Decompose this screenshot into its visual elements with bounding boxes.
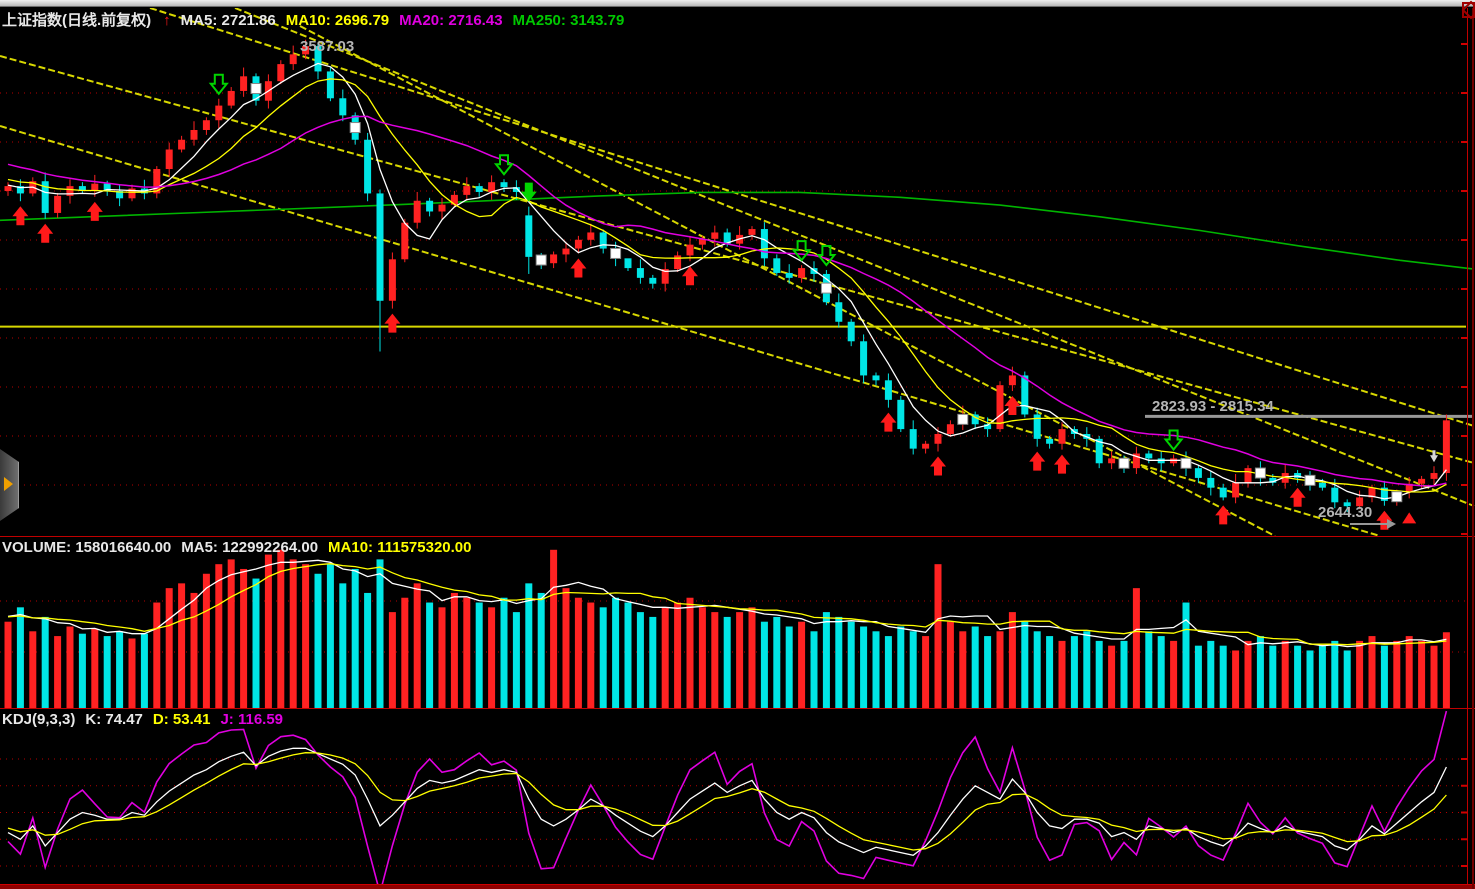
volume-ma5-value: MA5: 122992264.00: [181, 539, 318, 556]
price-chart-canvas[interactable]: [0, 8, 1475, 536]
trend-up-icon: ↑: [163, 12, 171, 29]
symbol-title: 上证指数(日线.前复权): [2, 12, 151, 29]
peak-price-label: 3587.03: [300, 38, 354, 55]
trading-app-window: 上证指数(日线.前复权) ↑ MA5: 2721.86 MA10: 2696.79 MA…: [0, 0, 1475, 889]
volume-pane-header: VOLUME: 158016640.00 MA5: 122992264.00 MA1…: [2, 539, 481, 556]
right-axis-line: [1467, 8, 1468, 884]
ma10-value: MA10: 2696.79: [286, 12, 389, 29]
ma5-value: MA5: 2721.86: [181, 12, 276, 29]
expand-arrow-icon: [4, 477, 13, 491]
price-pane-header: 上证指数(日线.前复权) ↑ MA5: 2721.86 MA10: 2696.79 MA…: [2, 9, 634, 30]
right-edge-border: [1472, 8, 1474, 889]
window-layout-icon[interactable]: [1461, 0, 1475, 20]
volume-value: VOLUME: 158016640.00: [2, 539, 171, 556]
bottom-border-bar: [0, 884, 1475, 889]
volume-ma10-value: MA10: 111575320.00: [328, 539, 471, 556]
kdj-name: KDJ(9,3,3): [2, 711, 75, 728]
price-range-label: 2823.93 - 2815.34: [1152, 398, 1274, 415]
low-price-label: 2644.30: [1318, 504, 1372, 521]
kdj-pane-header: KDJ(9,3,3) K: 74.47 D: 53.41 J: 116.59: [2, 711, 293, 728]
kdj-d-value: D: 53.41: [153, 711, 211, 728]
top-scrollbar-strip[interactable]: [0, 0, 1475, 7]
ma20-value: MA20: 2716.43: [399, 12, 502, 29]
kdj-j-value: J: 116.59: [220, 711, 283, 728]
volume-chart-canvas[interactable]: [0, 537, 1475, 708]
kdj-k-value: K: 74.47: [85, 711, 143, 728]
ma250-value: MA250: 3143.79: [513, 12, 625, 29]
kdj-chart-canvas[interactable]: [0, 709, 1475, 884]
